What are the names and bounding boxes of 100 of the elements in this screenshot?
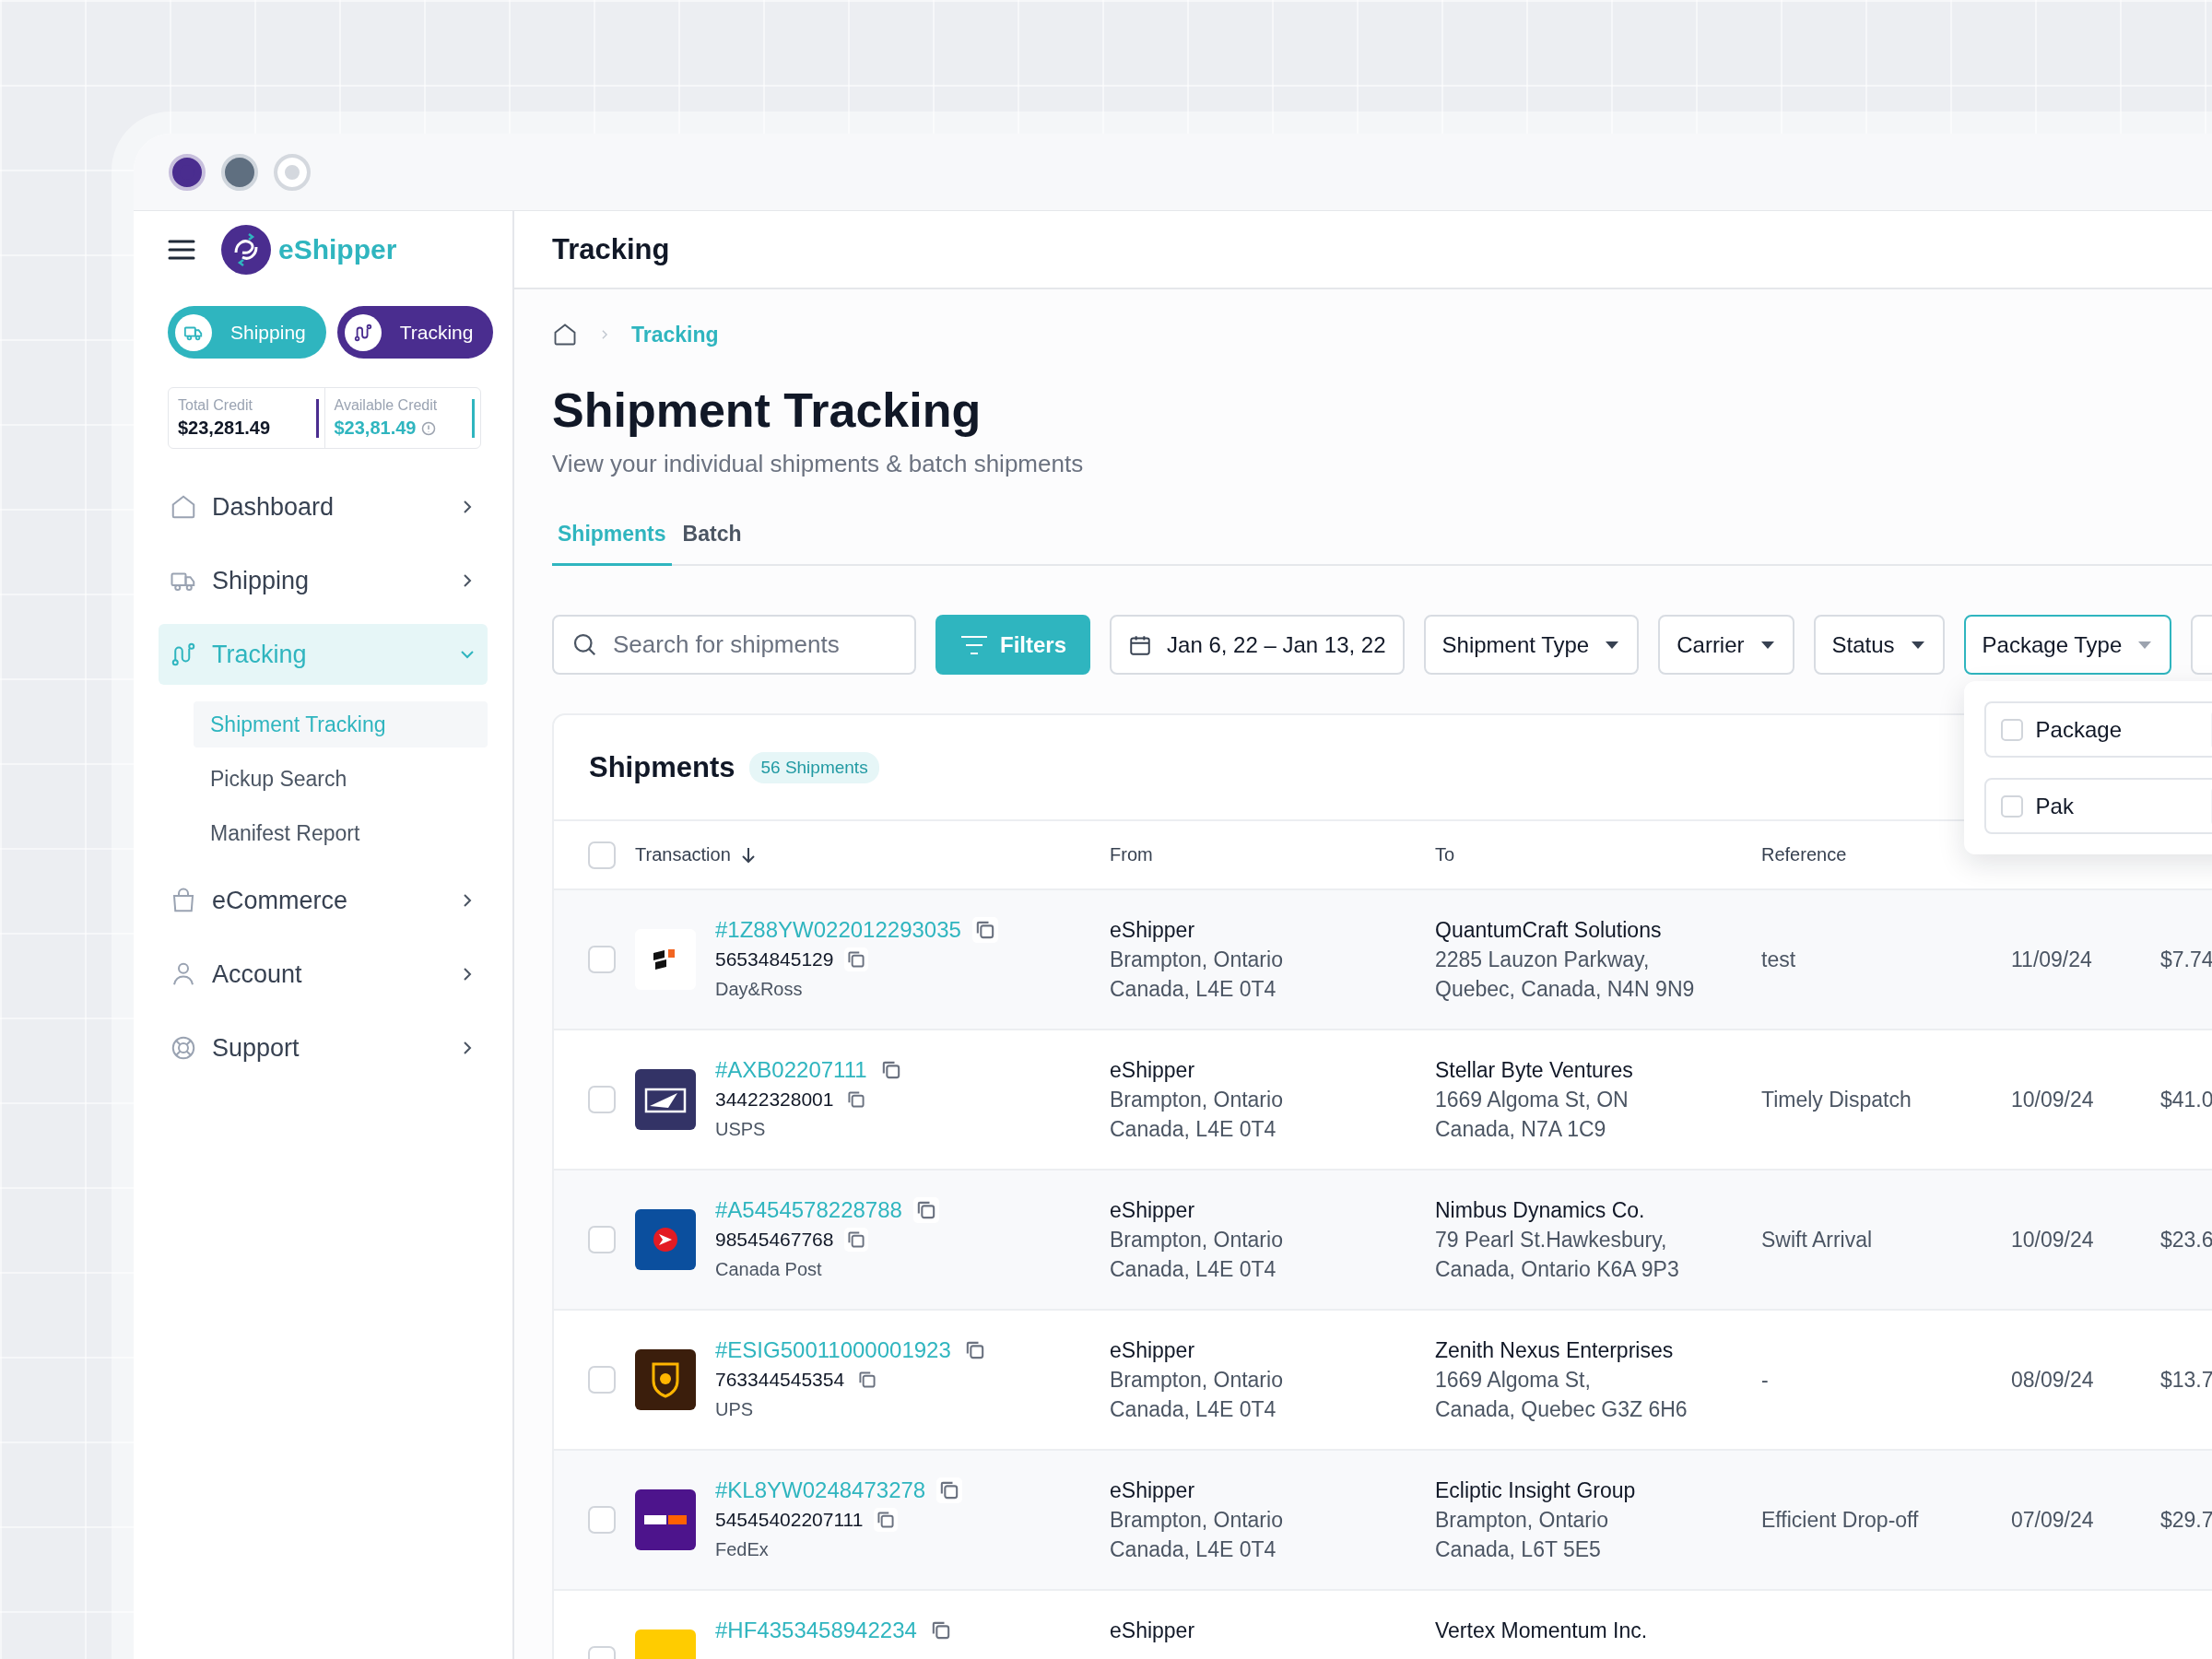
copy-icon[interactable] — [936, 1477, 963, 1503]
page-subtitle: View your individual shipments & batch shipments — [552, 449, 1085, 479]
carrier-logo — [635, 929, 696, 990]
address-line: eShipper — [1110, 1618, 1196, 1644]
nav-subitem[interactable]: Manifest Report — [194, 810, 488, 856]
address-line: Canada, Quebec G3Z 6H6 — [1435, 1396, 1688, 1423]
quick-action-button[interactable]: Tracking — [336, 306, 494, 359]
reference-text: Timely Dispatch — [1761, 1087, 1912, 1113]
option-label: Pak — [2035, 793, 2075, 819]
column-header[interactable]: Reference — [1761, 844, 1847, 865]
tracking-number: 54545402207111 — [715, 1508, 864, 1532]
address-line: eShipper — [1110, 1477, 1196, 1504]
price: $23.6 — [2160, 1227, 2212, 1253]
carrier-name: UPS — [715, 1398, 755, 1421]
carrier-name: Canada Post — [715, 1258, 823, 1281]
row-checkbox[interactable] — [588, 1226, 616, 1253]
caret-down-icon — [1604, 639, 1621, 651]
nav-subitem[interactable]: Pickup Search — [194, 756, 488, 802]
lifebuoy-icon — [170, 1034, 197, 1062]
home-icon[interactable] — [552, 322, 578, 347]
address-line: Canada, L6T 5E5 — [1435, 1536, 1602, 1563]
row-checkbox[interactable] — [588, 946, 616, 973]
search-field[interactable]: Search for shipments — [552, 615, 916, 675]
price: $13.7 — [2160, 1367, 2212, 1394]
nav-item[interactable]: Support — [159, 1018, 488, 1078]
carrier-logo — [635, 1349, 696, 1410]
address-line: 2285 Lauzon Parkway, — [1435, 947, 1651, 973]
reference-text: Efficient Drop-off — [1761, 1507, 1920, 1534]
page-title: Shipment Tracking — [552, 382, 982, 439]
menu-icon[interactable] — [168, 239, 195, 261]
tab[interactable]: Batch — [677, 505, 747, 566]
date-range-picker[interactable]: Jan 6, 22 – Jan 13, 22 — [1110, 615, 1405, 675]
filter-dropdown[interactable]: Shipment Type — [1423, 615, 1640, 675]
filter-dropdown[interactable]: Status — [1813, 615, 1945, 675]
tracking-number: 34422328001 — [715, 1088, 834, 1112]
address-line: Brampton, Ontario — [1110, 1227, 1284, 1253]
carrier-name: Day&Ross — [715, 978, 804, 1001]
filter-dropdown[interactable]: Carrier — [1658, 615, 1794, 675]
info-icon[interactable] — [421, 420, 437, 436]
nav-item[interactable]: Account — [159, 944, 488, 1005]
menu-option[interactable]: Package — [1983, 701, 2212, 758]
price: $29.7 — [2160, 1507, 2212, 1534]
route-icon — [170, 641, 197, 668]
filter-icon — [959, 633, 989, 656]
address-line: Canada, L4E 0T4 — [1110, 1536, 1277, 1563]
address-line: Brampton, Ontario — [1110, 1367, 1284, 1394]
credit-label: Available Credit — [334, 397, 438, 414]
nav-item[interactable]: Dashboard — [159, 477, 488, 537]
logo-icon — [221, 225, 271, 275]
table-row[interactable]: #KL8YW0248473278 54545402207111 FedEx eShipper Brampton, Ontario Canada, L4E 0T4 Ecliptic Insight Group Brampton, Ontario Canada, L6T 5E5 Efficient Drop-off 07/09/24 $29.7 — [554, 1451, 2212, 1591]
column-header[interactable]: From — [1110, 844, 1153, 865]
filter-dropdown[interactable]: Package Type — [1963, 615, 2172, 675]
address-line: eShipper — [1110, 1197, 1196, 1224]
window-control-icon[interactable] — [221, 153, 258, 191]
menu-option[interactable]: Pak — [1983, 778, 2212, 834]
address-line: eShipper — [1110, 917, 1196, 944]
credit-label: Total Credit — [178, 397, 253, 414]
table-row[interactable]: #1Z88YW022012293035 56534845129 Day&Ross eShipper Brampton, Ontario Canada, L4E 0T4 QuantumCraft Solutions 2285 Lauzon Parkway, Quebec, Canada, N4N 9N9 test 11/09/24 $7.74 — [554, 890, 2212, 1030]
credit-amount: $23,81.49 — [334, 418, 417, 439]
address-line: Canada, L4E 0T4 — [1110, 976, 1277, 1003]
address-line: Quebec, Canada, N4N 9N9 — [1435, 976, 1696, 1003]
copy-icon[interactable] — [874, 1508, 899, 1532]
home-icon — [170, 493, 197, 521]
ship-date: 11/09/24 — [2011, 947, 2093, 973]
ship-date: 07/09/24 — [2011, 1507, 2095, 1534]
copy-icon[interactable] — [971, 917, 998, 943]
card-title: Shipments — [589, 750, 735, 784]
address-line: eShipper — [1110, 1337, 1196, 1364]
tracking-number: 56534845129 — [715, 947, 834, 971]
copy-icon[interactable] — [844, 947, 869, 971]
row-checkbox[interactable] — [588, 1086, 616, 1113]
header-title: Tracking — [552, 232, 670, 266]
nav-item[interactable]: Shipping — [159, 550, 488, 611]
column-header[interactable]: To — [1435, 844, 1455, 865]
reference-text: - — [1761, 1367, 1770, 1394]
brand-name: eShipper — [278, 234, 397, 265]
row-checkbox[interactable] — [588, 1366, 616, 1394]
address-line: Canada, L4E 0T4 — [1110, 1396, 1277, 1423]
copy-icon[interactable] — [912, 1197, 939, 1223]
table-row[interactable]: #A5454578228788 98545467768 Canada Post eShipper Brampton, Ontario Canada, L4E 0T4 Nimbus Dynamics Co. 79 Pearl St.Hawkesbury, Canada, Ontario K6A 9P3 Swift Arrival 10/09/24 $23.6 — [554, 1171, 2212, 1311]
address-line: Vertex Momentum Inc. — [1435, 1618, 1649, 1644]
column-header[interactable]: Transaction — [635, 844, 731, 865]
copy-icon[interactable] — [844, 1228, 869, 1252]
tracking-number: 763344545354 — [715, 1368, 845, 1392]
address-line: Stellar Byte Ventures — [1435, 1057, 1634, 1084]
tracking-number: 98545467768 — [715, 1228, 834, 1252]
credit-accent — [315, 398, 319, 438]
address-line: Brampton, Ontario — [1110, 1507, 1284, 1534]
select-all-checkbox[interactable] — [588, 841, 616, 869]
checkbox[interactable] — [2000, 794, 2023, 818]
table-row[interactable]: #HF4353458942234 eShipper Vertex Momentum Inc. — [554, 1591, 2212, 1659]
row-checkbox[interactable] — [588, 1506, 616, 1534]
nav-item[interactable]: eCommerce — [159, 870, 488, 931]
window-control-icon[interactable] — [169, 153, 206, 191]
ship-date: 08/09/24 — [2011, 1367, 2095, 1394]
carrier-logo — [635, 1069, 696, 1130]
address-line: Brampton, Ontario — [1435, 1507, 1609, 1534]
price: $41.0 — [2160, 1087, 2212, 1113]
route-icon — [352, 322, 373, 343]
checkbox[interactable] — [2000, 718, 2023, 741]
